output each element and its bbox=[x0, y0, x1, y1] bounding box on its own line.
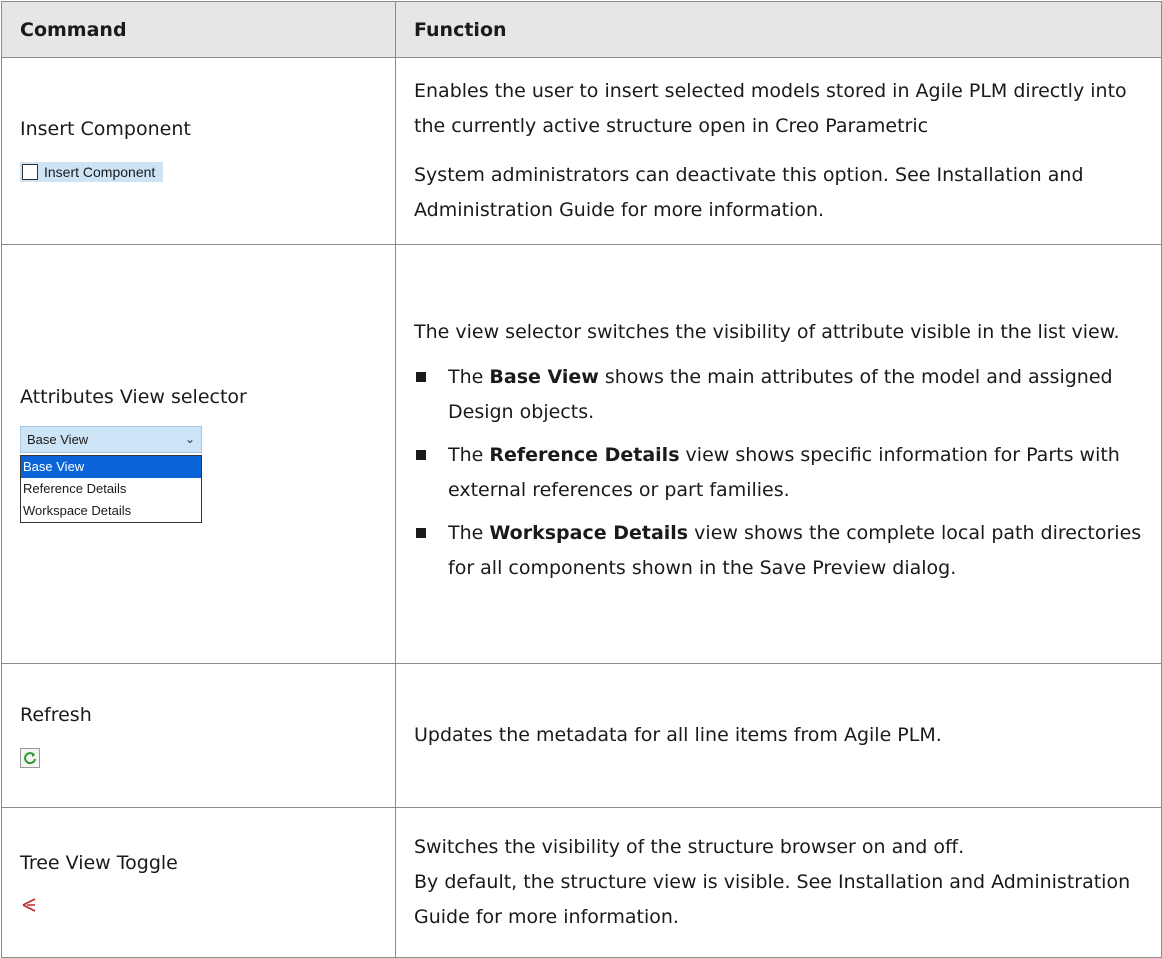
command-name: Insert Component bbox=[20, 117, 191, 140]
selected-value: Base View bbox=[27, 431, 89, 447]
function-cell: The view selector switches the visibilit… bbox=[395, 244, 1162, 664]
bullet-prefix: The bbox=[448, 365, 490, 388]
bullet-bold: Base View bbox=[489, 365, 599, 388]
list-item: The Reference Details view shows specifi… bbox=[414, 438, 1147, 508]
list-item: The Workspace Details view shows the com… bbox=[414, 516, 1147, 586]
function-text: By default, the structure view is visibl… bbox=[414, 871, 1131, 928]
view-list: The Base View shows the main attributes … bbox=[414, 360, 1147, 586]
function-text: Switches the visibility of the structure… bbox=[414, 836, 965, 858]
table-row: Tree View Toggle Switches the visibility… bbox=[1, 807, 1162, 958]
view-selector-head[interactable]: Base View ⌄ bbox=[20, 425, 202, 453]
tree-icon[interactable] bbox=[20, 896, 38, 914]
command-name: Attributes View selector bbox=[20, 385, 247, 408]
list-item: The Base View shows the main attributes … bbox=[414, 360, 1147, 430]
function-text: Updates the metadata for all line items … bbox=[414, 724, 942, 746]
table-header-row: Command Function bbox=[1, 1, 1162, 58]
bullet-icon bbox=[416, 527, 426, 538]
chevron-down-icon[interactable]: ⌄ bbox=[185, 432, 195, 446]
refresh-icon[interactable] bbox=[20, 747, 40, 768]
view-selector-list: Base View Reference Details Workspace De… bbox=[20, 454, 202, 523]
bullet-bold: Reference Details bbox=[489, 443, 680, 466]
function-cell: Updates the metadata for all line items … bbox=[395, 663, 1162, 808]
bullet-icon bbox=[416, 449, 426, 460]
command-cell: Tree View Toggle bbox=[1, 807, 396, 958]
option-reference-details[interactable]: Reference Details bbox=[21, 478, 201, 500]
option-workspace-details[interactable]: Workspace Details bbox=[21, 500, 201, 522]
command-cell: Insert Component Insert Component bbox=[1, 57, 396, 245]
insert-component-checkbox[interactable]: Insert Component bbox=[20, 161, 164, 182]
command-name: Tree View Toggle bbox=[20, 851, 178, 874]
function-text: System administrators can deactivate thi… bbox=[414, 164, 1084, 221]
checkbox-label: Insert Component bbox=[44, 163, 156, 180]
table-row: Refresh Updates the metadata for all lin… bbox=[1, 663, 1162, 808]
option-base-view[interactable]: Base View bbox=[21, 455, 201, 478]
bullet-prefix: The bbox=[448, 443, 490, 466]
view-selector[interactable]: Base View ⌄ Base View Reference Details … bbox=[20, 425, 202, 523]
command-name: Refresh bbox=[20, 703, 92, 726]
function-text: The view selector switches the visibilit… bbox=[414, 320, 1120, 343]
command-cell: Attributes View selector Base View ⌄ Bas… bbox=[1, 244, 396, 664]
bullet-icon bbox=[416, 371, 426, 382]
function-cell: Enables the user to insert selected mode… bbox=[395, 57, 1162, 245]
table-row: Attributes View selector Base View ⌄ Bas… bbox=[1, 244, 1162, 664]
header-command: Command bbox=[1, 1, 396, 58]
command-cell: Refresh bbox=[1, 663, 396, 808]
bullet-prefix: The bbox=[448, 521, 490, 544]
table-row: Insert Component Insert Component Enable… bbox=[1, 57, 1162, 245]
checkbox-icon[interactable] bbox=[22, 163, 38, 180]
bullet-bold: Workspace Details bbox=[489, 521, 689, 544]
function-cell: Switches the visibility of the structure… bbox=[395, 807, 1162, 958]
command-table: Command Function Insert Component Insert… bbox=[1, 1, 1162, 958]
function-text: Enables the user to insert selected mode… bbox=[414, 80, 1127, 137]
header-function: Function bbox=[395, 1, 1162, 58]
